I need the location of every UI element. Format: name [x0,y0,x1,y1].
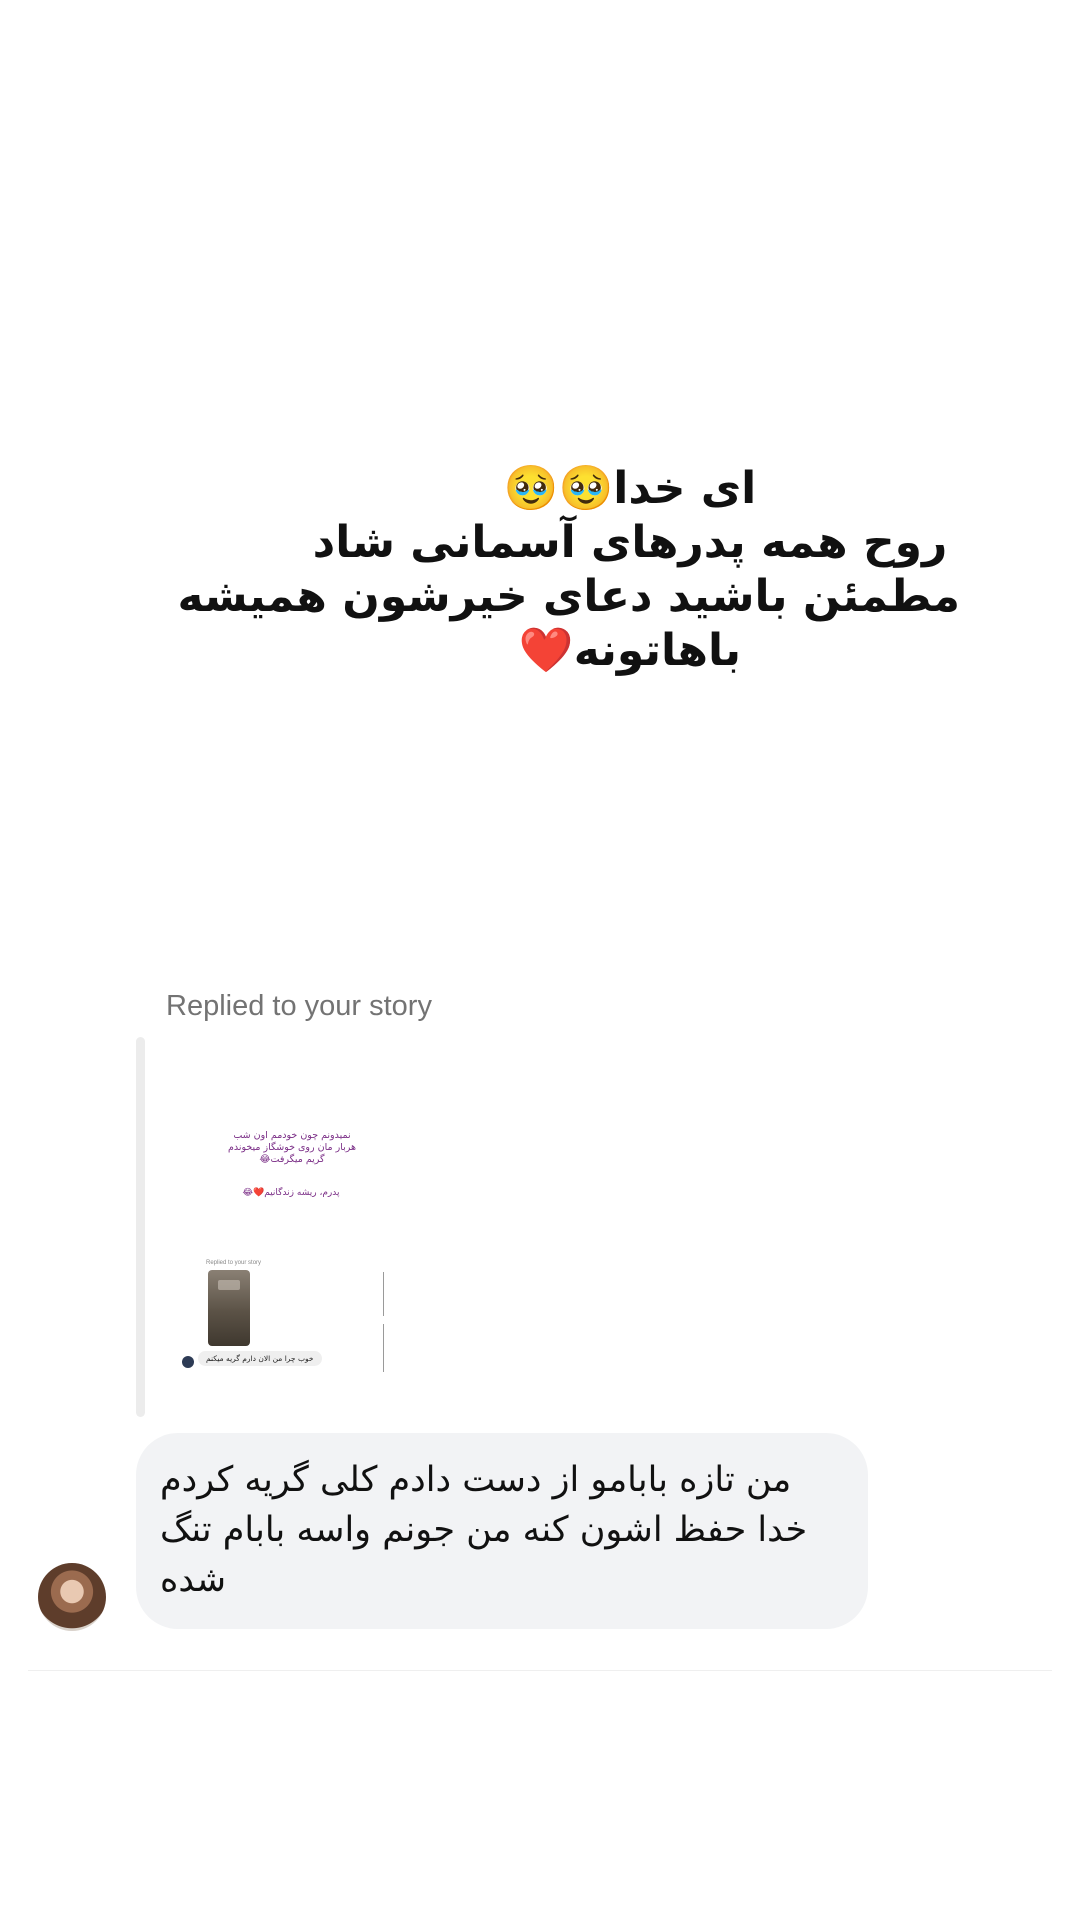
caption-line: مطمئن باشید دعای خیرشون همیشه [177,571,960,622]
message-line: شده [160,1560,227,1600]
inner-replied-label: Replied to your story [206,1260,262,1266]
inner-message-bubble: خوب چرا من الان دارم گریه میکنم [198,1351,322,1366]
caption-line: ای خدا🥹🥹 [503,463,757,514]
inner-story-photo [208,1270,250,1346]
story-preview-text: نمیدونم چون خودمم اون شب هربار مان روی خ… [227,1130,356,1165]
inner-avatar [182,1356,194,1368]
inner-divider [383,1272,384,1316]
story-preview-subtext: پدرم، ریشه زندگانیم❤️😂 [242,1188,340,1198]
message-text: من تازه بابامو از دست دادم کلی گریه کردم… [160,1455,860,1605]
inner-divider [383,1324,384,1372]
message-line: خدا حفظ اشون کنه من جونم واسه بابام تنگ [160,1510,808,1550]
caption-line: باهاتونه❤️ [518,625,742,676]
caption-line: روح همه پدرهای آسمانی شاد [312,517,948,568]
sender-avatar[interactable] [38,1563,106,1631]
story-preview-thumbnail[interactable]: نمیدونم چون خودمم اون شب هربار مان روی خ… [170,1058,420,1378]
reply-quote-bar [136,1037,145,1417]
divider [28,1670,1052,1671]
story-caption: ای خدا🥹🥹 روح همه پدرهای آسمانی شاد مطمئن… [177,462,960,678]
replied-to-story-label: Replied to your story [166,990,432,1022]
message-line: من تازه بابامو از دست دادم کلی گریه کردم [160,1460,792,1500]
